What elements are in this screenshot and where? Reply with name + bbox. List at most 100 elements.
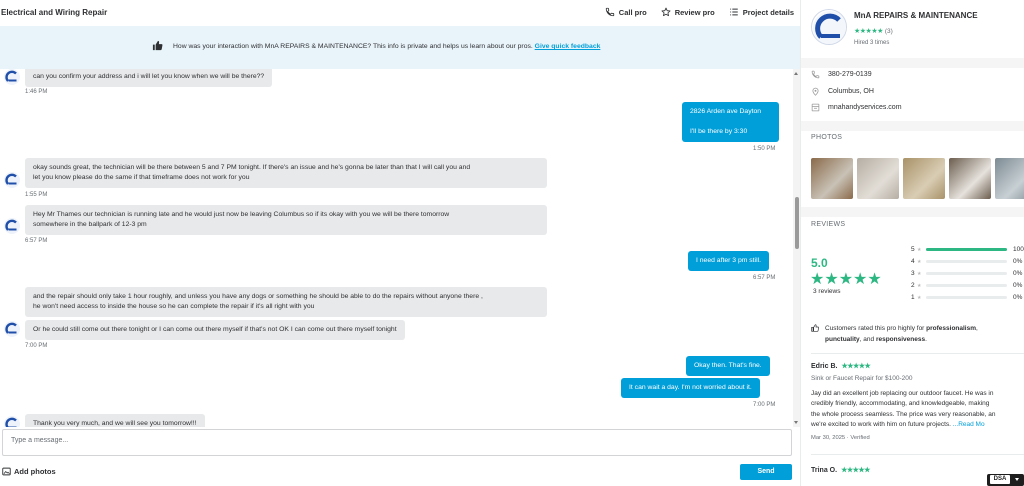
review-body: Jay did an excellent job replacing our o…	[811, 389, 1024, 430]
message-thread[interactable]: can you confirm your address and i will …	[0, 69, 793, 427]
message-line: Hey Mr Thames our technician is running …	[33, 211, 450, 218]
rating-histogram-row: 4 ★ 0%	[911, 258, 1022, 265]
highlight-and: , and	[859, 336, 876, 343]
chat-scrollbar[interactable]	[793, 69, 800, 427]
message-incoming: Or he could still come out there tonight…	[25, 320, 405, 340]
scroll-up-arrow[interactable]	[794, 72, 798, 75]
review-line: credibly friendly, accommodating, and kn…	[811, 400, 990, 408]
pro-logo-icon	[4, 416, 20, 427]
dsa-label: DSA	[990, 475, 1010, 484]
rating-stars: ★★★★★	[854, 28, 883, 35]
pro-phone[interactable]: 380-279-0139	[811, 70, 872, 79]
review-stars: ★★★★★	[841, 363, 871, 370]
photos-heading: PHOTOS	[811, 134, 843, 141]
message-line: somewhere in the ballpark of 12-3 pm	[33, 221, 147, 228]
list-icon	[729, 8, 738, 16]
hist-bar-fill	[926, 248, 1007, 251]
section-divider	[801, 121, 1024, 131]
message-line: okay sounds great, the technician will b…	[33, 164, 471, 171]
star-icon	[661, 7, 671, 17]
feedback-banner: How was your interaction with MnA REPAIR…	[0, 26, 800, 69]
hist-bar	[926, 272, 1007, 275]
message-time: 6:57 PM	[25, 238, 48, 244]
pro-avatar	[4, 321, 20, 337]
project-details-button[interactable]: Project details	[729, 7, 794, 17]
message-line: he won't need access to inside the house…	[33, 303, 315, 310]
page-title: Electrical and Wiring Repair	[1, 8, 108, 17]
message-time: 1:55 PM	[25, 192, 48, 198]
hist-star-icon: ★	[917, 258, 922, 265]
gallery-photo[interactable]	[811, 158, 853, 199]
highlight-line: punctuality, and responsiveness.	[811, 334, 1024, 345]
message-time: 6:57 PM	[753, 275, 776, 281]
pro-website[interactable]: mnahandyservices.com	[811, 103, 902, 112]
gallery-photo[interactable]	[857, 158, 899, 199]
hist-percent: 0%	[1013, 282, 1023, 289]
gallery-photo[interactable]	[995, 158, 1024, 199]
rating-histogram-row: 3 ★ 0%	[911, 270, 1022, 277]
message-input[interactable]: Type a message...	[2, 429, 792, 456]
review-date: Mar 30, 2025	[811, 435, 846, 441]
section-divider	[801, 58, 1024, 68]
message-line: let you know please do the same if that …	[33, 174, 250, 181]
hist-star-icon: ★	[917, 294, 922, 301]
header-actions: Call pro Review pro Project details	[605, 7, 794, 17]
scroll-down-arrow[interactable]	[794, 421, 798, 424]
pro-logo-icon	[4, 218, 20, 234]
call-pro-button[interactable]: Call pro	[605, 7, 647, 17]
review-service: Sink or Faucet Repair for $100-200	[811, 375, 913, 382]
average-stars: ★★★★★	[810, 271, 882, 288]
highlight-professionalism: professionalism	[926, 325, 977, 332]
hist-star-icon: ★	[917, 246, 922, 253]
pro-logo-icon	[4, 172, 20, 188]
send-button[interactable]: Send	[740, 464, 792, 480]
review-verified: Verified	[850, 435, 870, 441]
project-details-label: Project details	[742, 7, 794, 17]
give-feedback-link[interactable]: Give quick feedback	[535, 43, 601, 50]
review-line: Jay did an excellent job replacing our o…	[811, 390, 994, 397]
review-line: we're excited to work with him on future…	[811, 420, 951, 428]
review-count: 3 reviews	[813, 288, 841, 295]
gallery-photo[interactable]	[903, 158, 945, 199]
gallery-photo[interactable]	[949, 158, 991, 199]
pro-profile-panel: MnA REPAIRS & MAINTENANCE ★★★★★ (3) Hire…	[800, 0, 1024, 486]
website-icon	[811, 103, 820, 112]
message-incoming: okay sounds great, the technician will b…	[25, 158, 547, 188]
pro-name[interactable]: MnA REPAIRS & MAINTENANCE	[854, 11, 978, 20]
website-text: mnahandyservices.com	[828, 104, 902, 111]
highlight-punctuality: punctuality	[825, 336, 860, 343]
average-score: 5.0	[811, 256, 828, 270]
section-divider	[801, 207, 1024, 217]
pro-avatar	[4, 218, 20, 234]
hist-bar	[926, 284, 1007, 287]
rating-count: (3)	[884, 27, 893, 35]
pro-avatar	[4, 69, 20, 85]
dsa-badge[interactable]: DSA	[987, 474, 1024, 486]
thumbs-up-icon	[811, 324, 819, 332]
add-photos-button[interactable]: Add photos	[2, 467, 56, 476]
review-line: the whole process seamless. The price wa…	[811, 410, 996, 418]
review-pro-button[interactable]: Review pro	[661, 7, 715, 17]
hist-percent: 0%	[1013, 294, 1023, 301]
banner-text: How was your interaction with MnA REPAIR…	[173, 43, 533, 50]
rating-histogram-row: 1 ★ 0%	[911, 294, 1022, 301]
pro-avatar	[4, 172, 20, 188]
location-text: Columbus, OH	[828, 88, 874, 95]
review-meta: Mar 30, 2025 · Verified	[811, 435, 870, 441]
message-line: and the repair should only take 1 hour r…	[33, 293, 483, 300]
rating-histogram-row: 5 ★ 100	[911, 246, 1024, 253]
rating-histogram-row: 2 ★ 0%	[911, 282, 1022, 289]
call-pro-label: Call pro	[618, 7, 647, 17]
divider	[811, 454, 1024, 455]
pro-logo[interactable]	[811, 9, 847, 45]
highlight-line: Customers rated this pro highly for prof…	[811, 323, 1024, 334]
message-incoming: Thank you very much, and we will see you…	[25, 414, 205, 427]
scrollbar-thumb[interactable]	[794, 197, 799, 249]
highlight-prefix: Customers rated this pro highly for	[825, 325, 927, 332]
divider	[811, 353, 1024, 354]
hist-bar	[926, 296, 1007, 299]
pro-logo-icon	[4, 69, 20, 85]
message-time: 7:00 PM	[753, 402, 776, 408]
review-pro-label: Review pro	[674, 7, 715, 17]
read-more-link[interactable]: ...Read Mo	[953, 421, 985, 428]
